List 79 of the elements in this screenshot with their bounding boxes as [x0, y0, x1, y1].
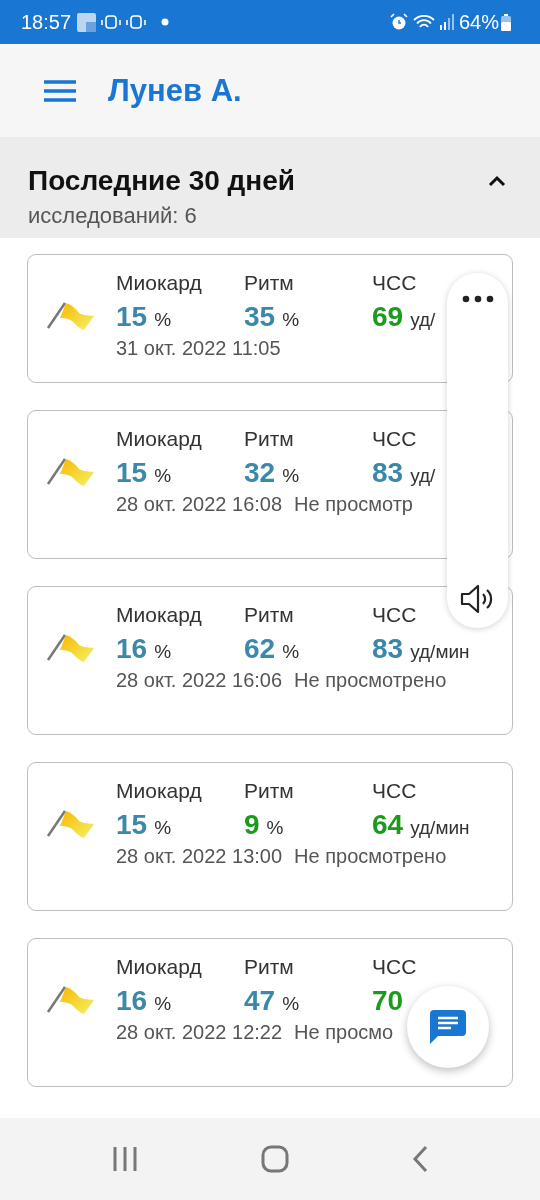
metric-unit: % [154, 993, 172, 1015]
metric-value: 16 [116, 633, 148, 665]
study-date: 28 окт. 2022 13:00 [116, 845, 283, 868]
metric-label: ЧСС [372, 955, 417, 979]
metric-unit: % [282, 465, 300, 487]
recent-apps-button[interactable] [111, 1146, 138, 1172]
metric-label: Миокард [116, 271, 202, 295]
metric-value: 32 [244, 457, 276, 489]
view-status: Не просмотрено [294, 669, 447, 692]
view-status: Не просмо [294, 1021, 394, 1044]
chat-icon [430, 1010, 466, 1044]
metric-unit: % [282, 993, 300, 1015]
metric-unit: уд/ [410, 465, 436, 487]
metric-value: 9 [244, 809, 260, 841]
study-date: 31 окт. 2022 11:05 [116, 337, 281, 360]
metric-unit: % [154, 465, 172, 487]
metric-label: ЧСС [372, 271, 417, 295]
collapse-button[interactable] [488, 175, 506, 187]
metric-unit: % [154, 309, 172, 331]
metric-label: ЧСС [372, 779, 417, 803]
metric-label: Ритм [244, 955, 294, 979]
metric-label: Ритм [244, 427, 294, 451]
metric-value: 70 [372, 985, 404, 1017]
metric-value: 83 [372, 457, 404, 489]
signal-icon [439, 14, 454, 30]
metric-value: 15 [116, 457, 148, 489]
clock-time: 18:57 [21, 10, 72, 34]
study-count: исследований: 6 [28, 203, 198, 229]
view-status: Не просмотрено [294, 845, 447, 868]
study-date: 28 окт. 2022 16:06 [116, 669, 283, 692]
home-icon [261, 1145, 289, 1173]
more-icon [461, 295, 494, 303]
metric-label: Миокард [116, 603, 202, 627]
alarm-icon [389, 13, 408, 31]
dot-icon [161, 18, 170, 26]
battery-percent: 64% [458, 10, 499, 34]
metric-unit: уд/ [410, 309, 436, 331]
metric-value: 16 [116, 985, 148, 1017]
metric-label: ЧСС [372, 427, 417, 451]
view-status: Не просмотр [294, 493, 413, 516]
section-title: Последние 30 дней [28, 165, 297, 197]
metric-label: ЧСС [372, 603, 417, 627]
metric-value: 64 [372, 809, 404, 841]
study-card[interactable]: Миокард 15 % Ритм 35 % ЧСС 69 уд/ 31 окт. 2022 11:05 [27, 254, 513, 383]
study-card[interactable]: Миокард 15 % Ритм 9 % ЧСС 64 уд/мин 28 окт. 2022 13:00 Не просмотрено [27, 762, 513, 911]
metric-label: Миокард [116, 955, 202, 979]
study-date: 28 окт. 2022 12:22 [116, 1021, 283, 1044]
metric-unit: % [154, 817, 172, 839]
metric-unit: уд/мин [410, 817, 470, 839]
recent-apps-icon [111, 1146, 138, 1172]
study-date: 28 окт. 2022 16:08 [116, 493, 283, 516]
chevron-up-icon [488, 175, 506, 187]
back-icon [412, 1145, 429, 1173]
metric-value: 83 [372, 633, 404, 665]
metric-value: 35 [244, 301, 276, 333]
study-card[interactable]: Миокард 16 % Ритм 47 % ЧСС 70 28 окт. 2022 12:22 Не просмо [27, 938, 513, 1087]
menu-button[interactable] [44, 79, 76, 102]
home-button[interactable] [261, 1145, 289, 1173]
metric-label: Миокард [116, 779, 202, 803]
metric-label: Ритм [244, 271, 294, 295]
metric-value: 47 [244, 985, 276, 1017]
metric-unit: % [266, 817, 284, 839]
metric-unit: % [282, 309, 300, 331]
menu-icon [44, 79, 76, 102]
metric-unit: % [282, 641, 300, 663]
more-button[interactable] [461, 295, 494, 303]
metric-value: 69 [372, 301, 404, 333]
battery-icon [501, 13, 511, 31]
metric-unit: % [154, 641, 172, 663]
metric-label: Ритм [244, 603, 294, 627]
metric-unit: уд/мин [410, 641, 470, 663]
app-title: Лунев А. [108, 72, 242, 109]
study-card[interactable]: Миокард 16 % Ритм 62 % ЧСС 83 уд/мин 28 окт. 2022 16:06 Не просмотрено [27, 586, 513, 735]
metric-value: 15 [116, 809, 148, 841]
back-button[interactable] [412, 1145, 429, 1173]
metric-value: 62 [244, 633, 276, 665]
metric-label: Ритм [244, 779, 294, 803]
metric-value: 15 [116, 301, 148, 333]
metric-label: Миокард [116, 427, 202, 451]
